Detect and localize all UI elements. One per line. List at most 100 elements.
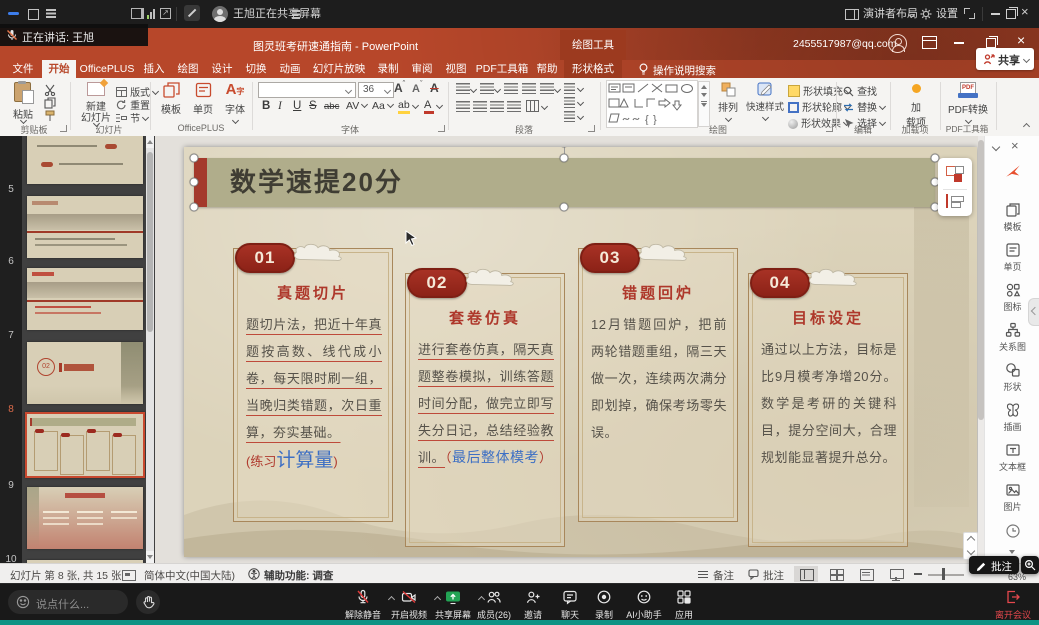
sidebar-item-more[interactable] [985, 522, 1039, 538]
sidebar-item-image[interactable]: 图片 [985, 482, 1039, 513]
convert-smartart-button[interactable] [564, 111, 575, 122]
numbering-button[interactable] [480, 83, 494, 94]
selection-handle[interactable] [560, 203, 569, 212]
align-center-button[interactable] [473, 101, 487, 112]
sidebar-more-icon[interactable] [1009, 550, 1015, 554]
zoom-slider-handle[interactable] [942, 568, 945, 580]
quick-styles-button[interactable]: 快速样式 [746, 82, 784, 125]
tab-officeplus[interactable]: OfficePLUS [78, 60, 136, 78]
find-button[interactable]: 查找 [843, 83, 877, 98]
tab-pdf-toolbox[interactable]: PDF工具箱 [474, 60, 530, 78]
font-name-combo[interactable] [258, 82, 356, 98]
align-right-button[interactable] [490, 101, 504, 112]
grow-font-button[interactable]: Aˆ [394, 81, 405, 95]
text-shadow-button[interactable]: abc [324, 101, 339, 112]
language-status[interactable]: 简体中文(中国大陆) [144, 568, 235, 583]
slide-thumbnail-4[interactable] [27, 136, 143, 184]
share-button[interactable]: 共享 [976, 48, 1034, 70]
shrink-font-button[interactable]: Aˇ [412, 81, 422, 95]
line-spacing-button[interactable] [540, 83, 554, 94]
selection-handle[interactable] [190, 178, 199, 187]
underline-button[interactable]: U [293, 100, 301, 112]
card-3[interactable]: 错题回炉 12月错题回炉，把前两轮错题重组，隔三天做一次，连续两次满分即划掉，确… [578, 248, 738, 522]
sidebar-collapse-icon[interactable] [992, 143, 1000, 151]
slide-thumbnail-9[interactable] [27, 487, 143, 549]
tab-view[interactable]: 视图 [440, 60, 472, 78]
previous-slide-button[interactable] [967, 536, 975, 544]
account-email[interactable]: 2455517987@qq.com [793, 38, 897, 50]
sidebar-close-icon[interactable]: × [1011, 138, 1019, 153]
meeting-logo-icon[interactable] [8, 12, 19, 15]
menu-icon[interactable] [46, 9, 56, 11]
raise-hand-button[interactable] [136, 590, 160, 614]
slide-title-shape[interactable]: 数学速提20分 [194, 158, 935, 207]
sidebar-item-diagram[interactable]: 关系图 [985, 322, 1039, 353]
tab-review[interactable]: 审阅 [406, 60, 438, 78]
layout-options-button[interactable] [946, 194, 964, 210]
design-ideas-button[interactable] [946, 166, 964, 184]
officeplus-singlepage-button[interactable]: 单页 [188, 82, 218, 116]
decrease-indent-button[interactable] [504, 83, 518, 94]
tab-record[interactable]: 录制 [372, 60, 404, 78]
minimize-meeting-icon[interactable] [991, 13, 1000, 15]
thumbnail-scrollbar-thumb[interactable] [147, 152, 153, 332]
comments-toggle[interactable]: 批注 [763, 568, 784, 583]
ribbon-display-options-icon[interactable] [922, 36, 937, 49]
slide[interactable]: 数学速提20分 真题切片 题切片法，把近十年真题按高数、线代成小卷，每天限时刷一… [184, 147, 977, 557]
char-spacing-button[interactable]: AV [346, 100, 367, 112]
magnifier-button[interactable] [1021, 556, 1039, 574]
clipboard-dialog-launcher[interactable] [60, 125, 67, 132]
selection-handle[interactable] [560, 154, 569, 163]
cut-icon[interactable] [44, 84, 56, 96]
tab-slideshow[interactable]: 幻灯片放映 [308, 60, 370, 78]
tab-animations[interactable]: 动画 [274, 60, 306, 78]
slide-thumbnail-5[interactable] [27, 196, 143, 258]
paste-button[interactable]: 粘贴 [12, 82, 34, 122]
align-left-button[interactable] [456, 101, 470, 112]
increase-indent-button[interactable] [522, 83, 536, 94]
shape-fill-button[interactable]: 形状填充 [788, 83, 851, 98]
paragraph-dialog-launcher[interactable] [588, 125, 595, 132]
sidebar-item-single-page[interactable]: 单页 [985, 242, 1039, 273]
slide-thumbnail-6[interactable] [27, 268, 143, 330]
shapes-gallery-scroll[interactable] [698, 81, 710, 127]
shape-outline-button[interactable]: 形状轮廓 [788, 99, 850, 114]
font-dialog-launcher[interactable] [438, 125, 445, 132]
bold-button[interactable]: B [262, 100, 270, 112]
drawing-dialog-launcher[interactable] [826, 125, 833, 132]
notes-toggle[interactable]: 备注 [713, 568, 734, 583]
columns-button[interactable] [526, 100, 539, 112]
close-meeting-icon[interactable]: × [1021, 4, 1029, 19]
format-painter-icon[interactable] [44, 110, 56, 122]
sidebar-item-template[interactable]: 模板 [985, 202, 1039, 233]
minimize-ppt-icon[interactable] [954, 42, 964, 44]
slide-thumbnail-7[interactable]: 02 [27, 342, 143, 404]
shapes-gallery[interactable]: { } [606, 80, 698, 128]
sidebar-item-shapes[interactable]: 形状 [985, 362, 1039, 393]
accessibility-status[interactable]: 辅助功能: 调查 [264, 568, 333, 583]
officeplus-font-button[interactable]: A字 字体 [220, 82, 250, 128]
font-color-button[interactable]: A [424, 99, 434, 114]
close-ppt-icon[interactable]: × [1017, 32, 1025, 48]
tab-design[interactable]: 设计 [206, 60, 238, 78]
window-mode-icon[interactable] [28, 9, 39, 20]
change-case-button[interactable]: Aa [372, 100, 393, 112]
font-size-combo[interactable]: 36 [358, 82, 394, 98]
align-text-button[interactable] [564, 97, 575, 108]
slide-sorter-view-button[interactable] [824, 566, 848, 582]
zoom-out-button[interactable] [914, 573, 922, 575]
tab-transitions[interactable]: 切换 [240, 60, 272, 78]
italic-button[interactable]: I [278, 100, 282, 112]
slide-thumbnail-8-selected[interactable] [25, 412, 145, 478]
sharing-menu-icon[interactable] [292, 10, 300, 12]
restore-ppt-icon[interactable] [986, 38, 996, 48]
card-4[interactable]: 目标设定 通过以上方法，目标是比9月模考净增20分。数学是考研的关键科目，提分空… [748, 273, 908, 547]
normal-view-button[interactable] [794, 566, 818, 582]
popout-window-icon[interactable]: ↗ [160, 8, 171, 19]
clear-formatting-button[interactable]: A [430, 81, 439, 95]
tab-shape-format[interactable]: 形状格式 [564, 60, 622, 78]
strikethrough-button[interactable]: S [309, 100, 317, 112]
justify-button[interactable] [507, 101, 521, 112]
toggle-panel-icon[interactable] [131, 8, 144, 19]
tab-file[interactable]: 文件 [6, 60, 40, 78]
